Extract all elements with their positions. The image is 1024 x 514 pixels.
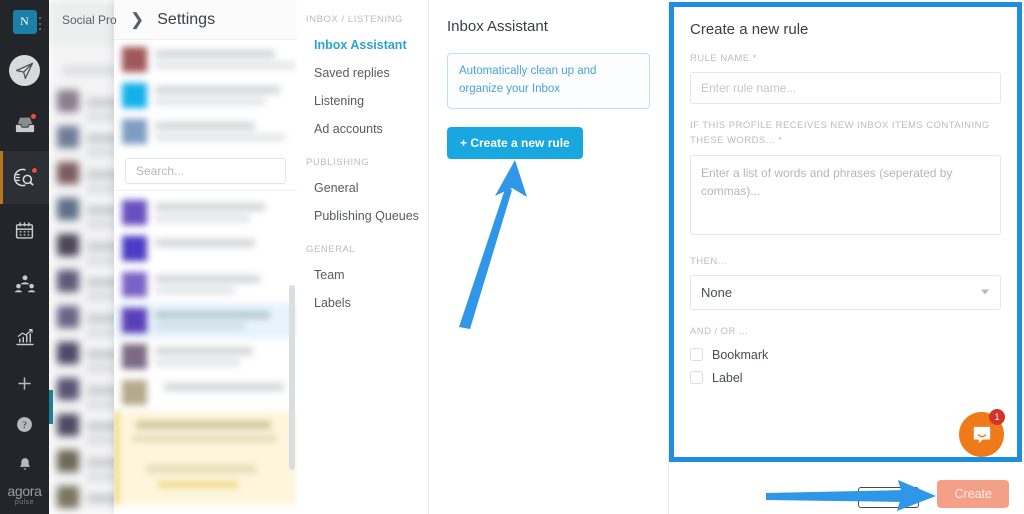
- rule-name-input[interactable]: [690, 72, 1001, 105]
- create-button[interactable]: Create: [937, 480, 1009, 508]
- form-footer: Create: [669, 466, 1024, 514]
- label-label: Label: [712, 370, 743, 385]
- label-checkbox-row[interactable]: Label: [690, 371, 1001, 385]
- brand-name: agora: [7, 483, 42, 500]
- publish-icon: [9, 55, 40, 86]
- annotation-highlight-box: [858, 487, 919, 508]
- sidebar-item-labels[interactable]: Labels: [297, 289, 428, 317]
- then-label: THEN...: [690, 255, 727, 267]
- settings-flyout-blurred-list: [114, 195, 297, 505]
- sidebar-item-team[interactable]: Team: [297, 261, 428, 289]
- rail-item-publish[interactable]: [0, 44, 49, 97]
- brand-logo: agora pulse: [0, 484, 49, 514]
- page-title: Inbox Assistant: [447, 18, 548, 35]
- sidebar-item-publishing-queues[interactable]: Publishing Queues: [297, 202, 428, 230]
- nav-group-label-publishing: PUBLISHING: [306, 157, 370, 168]
- intercom-unread-badge: 1: [989, 409, 1005, 425]
- settings-flyout-header: ❯ Settings: [114, 0, 297, 40]
- help-icon: ?: [17, 416, 32, 432]
- create-rule-title: Create a new rule: [690, 21, 809, 38]
- rail-item-calendar[interactable]: [0, 204, 49, 257]
- info-notice: Automatically clean up and organize your…: [447, 53, 650, 109]
- and-or-label: AND / OR ...: [690, 325, 749, 337]
- create-rule-panel: Create a new rule RULE NAME * IF THIS PR…: [669, 2, 1022, 462]
- settings-flyout-blurred-content: [114, 40, 297, 150]
- rail-item-help[interactable]: ?: [0, 404, 49, 444]
- words-label: IF THIS PROFILE RECEIVES NEW INBOX ITEMS…: [690, 120, 990, 147]
- more-options-icon[interactable]: [38, 17, 41, 30]
- intercom-launcher[interactable]: 1: [959, 409, 1005, 457]
- listening-badge-dot: [31, 166, 38, 174]
- active-item-marker: [49, 390, 53, 424]
- inbox-assistant-column: Inbox Assistant Automatically clean up a…: [429, 0, 669, 514]
- primary-nav-rail: N ? agora pulse: [0, 0, 49, 514]
- nav-group-label-inbox-listening: INBOX / LISTENING: [306, 14, 403, 25]
- words-textarea[interactable]: [690, 154, 1001, 235]
- bookmark-label: Bookmark: [712, 347, 769, 362]
- rule-name-label: RULE NAME *: [690, 53, 757, 64]
- then-action-select[interactable]: None: [690, 274, 1001, 310]
- rail-item-team[interactable]: [0, 257, 49, 310]
- background-app-title: Social Pro: [62, 13, 117, 27]
- inbox-badge-dot: [30, 113, 37, 121]
- svg-text:?: ?: [22, 420, 26, 431]
- rail-item-notifications[interactable]: [0, 444, 49, 484]
- settings-flyout-scrollbar[interactable]: [289, 285, 295, 470]
- sidebar-item-inbox-assistant[interactable]: Inbox Assistant: [297, 31, 428, 59]
- app-root: Social Pro N ? agora pulse ❯ Settings Se…: [0, 0, 1024, 514]
- nav-group-label-general: GENERAL: [306, 244, 356, 255]
- team-icon: [14, 275, 35, 293]
- settings-flyout-search-input[interactable]: Search...: [125, 158, 286, 184]
- sidebar-item-saved-replies[interactable]: Saved replies: [297, 59, 428, 87]
- settings-nav-column: INBOX / LISTENING Inbox Assistant Saved …: [297, 0, 429, 514]
- notifications-icon: [19, 457, 30, 470]
- reports-icon: [15, 328, 34, 346]
- rail-item-add[interactable]: [0, 364, 49, 404]
- chevron-right-icon[interactable]: ❯: [130, 11, 144, 28]
- brand-sub: pulse: [14, 499, 35, 507]
- create-new-rule-button[interactable]: + Create a new rule: [447, 126, 583, 159]
- bookmark-checkbox-row[interactable]: Bookmark: [690, 348, 1001, 362]
- settings-flyout-panel: ❯ Settings Search...: [114, 0, 297, 514]
- profile-switcher[interactable]: N: [0, 0, 49, 44]
- rail-item-listening[interactable]: [0, 150, 49, 205]
- settings-flyout-title: Settings: [157, 10, 216, 28]
- rail-item-reports[interactable]: [0, 311, 49, 364]
- bookmark-checkbox[interactable]: [690, 348, 703, 362]
- sidebar-item-ad-accounts[interactable]: Ad accounts: [297, 115, 428, 143]
- calendar-icon: [15, 222, 34, 239]
- add-icon: [18, 377, 31, 391]
- profile-avatar: N: [12, 9, 37, 34]
- sidebar-item-general[interactable]: General: [297, 174, 428, 202]
- chat-bubble-icon: [973, 426, 990, 443]
- label-checkbox[interactable]: [690, 371, 703, 385]
- sidebar-item-listening[interactable]: Listening: [297, 87, 428, 115]
- rail-item-inbox[interactable]: [0, 97, 49, 150]
